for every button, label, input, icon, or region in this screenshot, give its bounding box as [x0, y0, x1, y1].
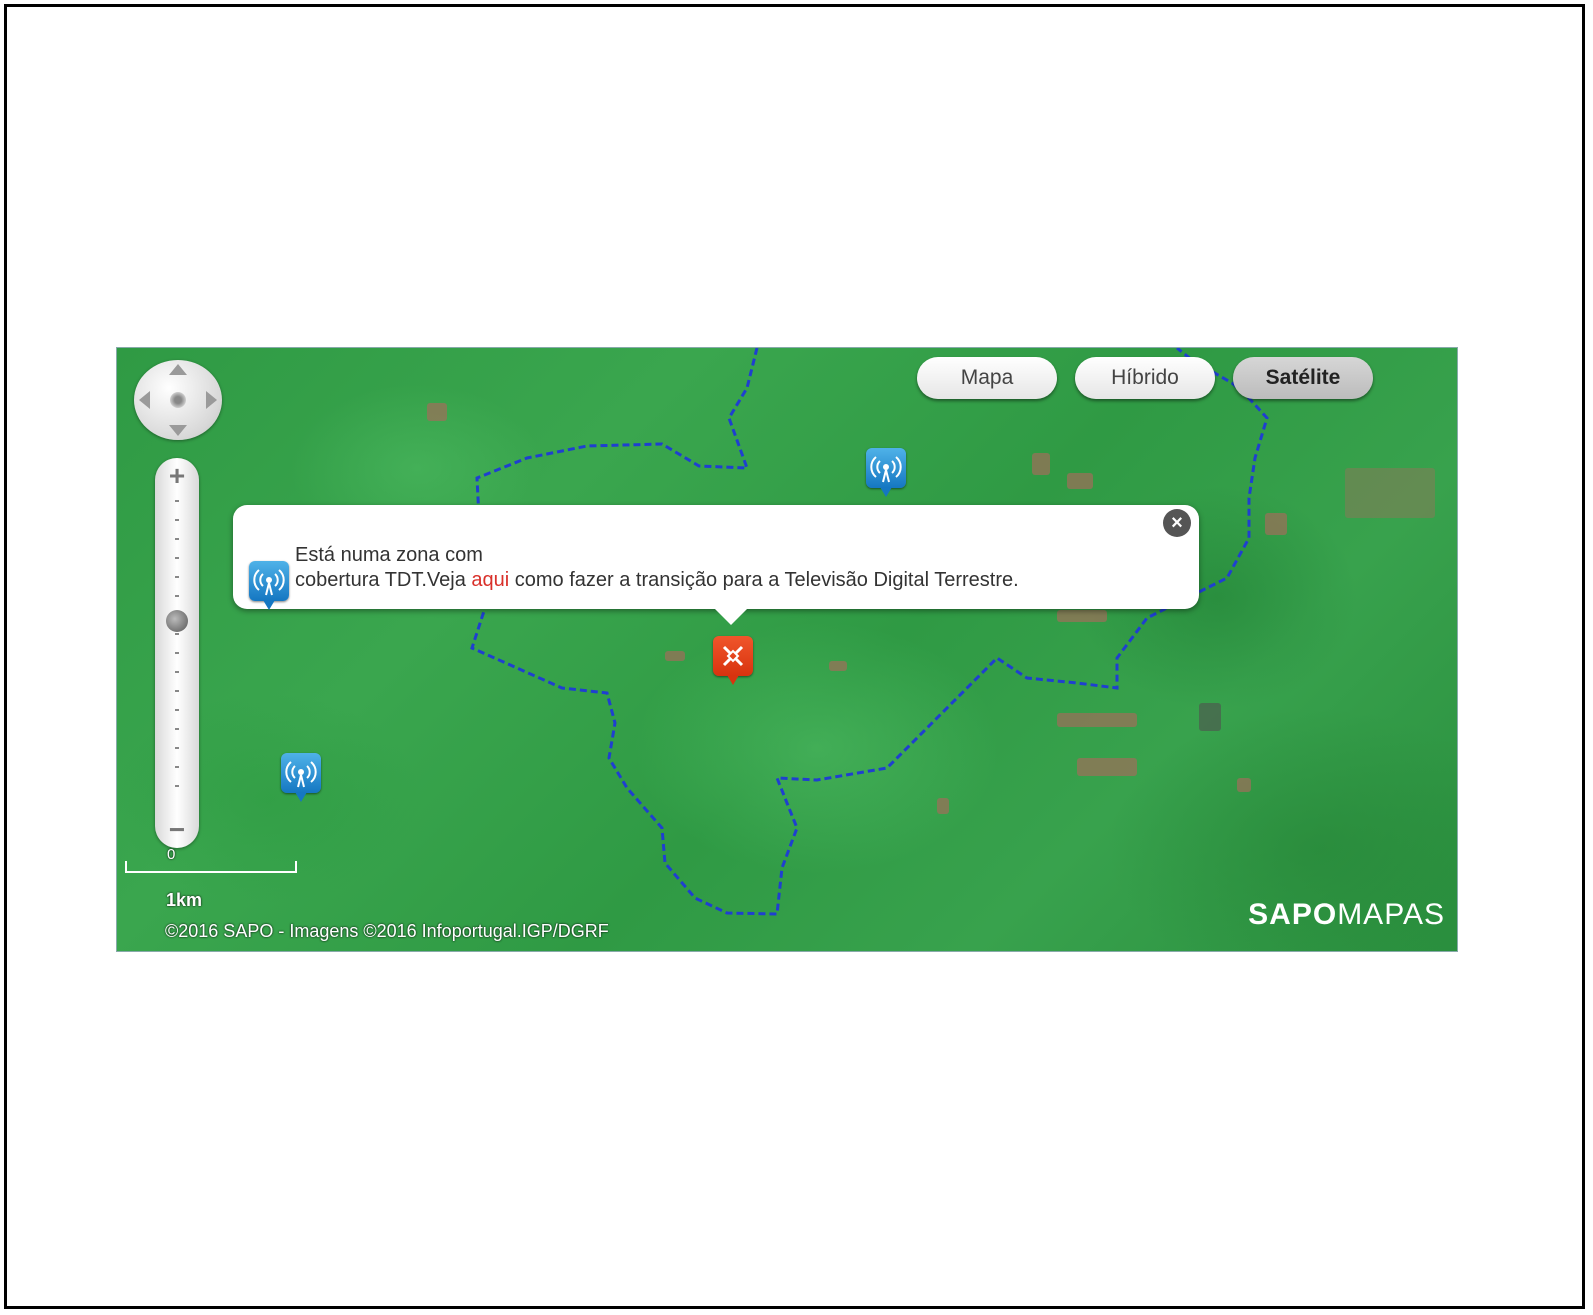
zoom-handle[interactable]	[166, 610, 188, 632]
satellite-type-button[interactable]: Satélite	[1233, 357, 1373, 399]
close-icon[interactable]: ×	[1163, 509, 1191, 537]
map-type-button[interactable]: Mapa	[917, 357, 1057, 399]
pan-down-icon[interactable]	[169, 425, 187, 436]
copyright-text: ©2016 SAPO - Imagens ©2016 Infoportugal.…	[165, 921, 609, 941]
tdt-tower-icon[interactable]	[281, 753, 321, 802]
zoom-out-button[interactable]: −	[155, 812, 199, 848]
scale-label: 1km	[166, 890, 203, 910]
brand-light: MAPAS	[1337, 898, 1445, 931]
pan-control[interactable]	[134, 360, 222, 440]
satellite-map[interactable]: + − 0 1km ©2016 SAPO - Imagens ©2016 Inf…	[117, 348, 1457, 951]
hybrid-type-button[interactable]: Híbrido	[1075, 357, 1215, 399]
popup-message: Está numa zona com cobertura TDT.Veja aq…	[295, 543, 1019, 593]
transition-link[interactable]: aqui	[471, 569, 509, 591]
popup-line-1: Está numa zona com	[295, 544, 483, 566]
pan-up-icon[interactable]	[169, 364, 187, 375]
pan-right-icon[interactable]	[206, 391, 217, 409]
popup-line-2-prefix: cobertura TDT.Veja	[295, 569, 472, 591]
location-marker-icon[interactable]	[713, 636, 753, 685]
tdt-tower-icon[interactable]	[866, 448, 906, 497]
municipality-boundary	[470, 348, 1269, 916]
pan-left-icon[interactable]	[139, 391, 150, 409]
zoom-ticks	[175, 500, 179, 800]
brand-bold: SAPO	[1248, 898, 1338, 931]
zoom-in-button[interactable]: +	[155, 458, 199, 494]
scale-bar	[125, 861, 297, 873]
zoom-slider[interactable]: + −	[155, 458, 199, 848]
popup-tail	[715, 609, 747, 625]
coverage-info-popup: Está numa zona com cobertura TDT.Veja aq…	[233, 505, 1199, 625]
sapo-mapas-logo: SAPOMAPAS	[1248, 898, 1445, 932]
popup-line-2: cobertura TDT.Veja aqui como fazer a tra…	[295, 568, 1019, 593]
popup-line-2-suffix: como fazer a transição para a Televisão …	[509, 569, 1019, 591]
pan-center-icon[interactable]	[170, 392, 186, 408]
tdt-tower-icon	[249, 561, 289, 610]
